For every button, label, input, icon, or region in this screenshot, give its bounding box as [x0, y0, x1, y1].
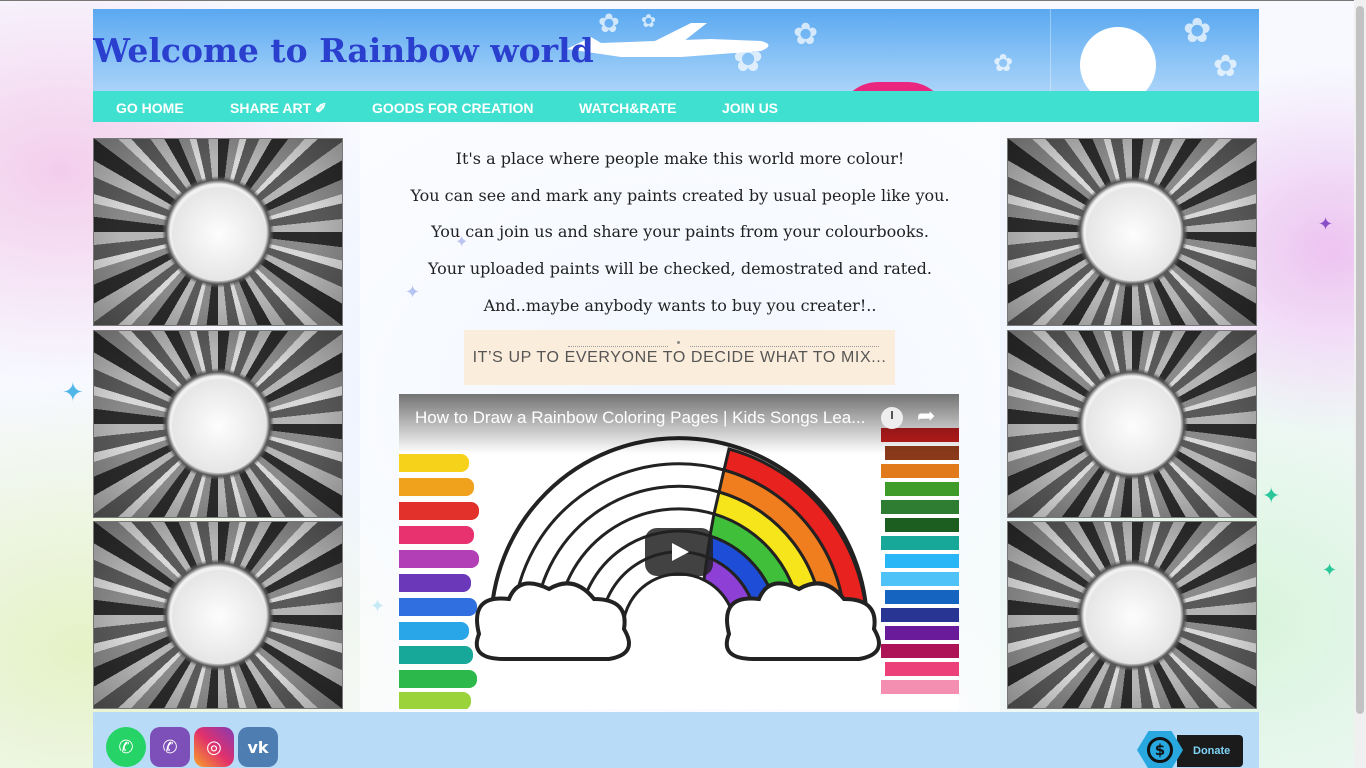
pencil-decoration: [881, 536, 959, 550]
window-top-border: [0, 0, 1366, 1]
page-scrollbar[interactable]: [1354, 0, 1366, 768]
pencil-decoration: [885, 662, 959, 676]
sparkle-decoration: ✦: [1322, 560, 1338, 581]
header-divider: [1050, 9, 1051, 91]
marker-decoration: [399, 526, 474, 544]
banner-dotted-line: [690, 346, 879, 347]
pencil-decoration: [881, 464, 959, 478]
flower-decoration: ✿: [1213, 49, 1239, 84]
nav-item-watch-rate[interactable]: WATCH&RATE: [579, 100, 676, 116]
airplane-icon: [567, 23, 769, 57]
main-nav: GO HOME SHARE ART ✐ GOODS FOR CREATION W…: [93, 91, 1259, 122]
play-icon[interactable]: [645, 528, 713, 576]
marker-decoration: [399, 454, 469, 472]
site-title: Welcome to Rainbow world: [93, 31, 594, 70]
banner-dot: [677, 341, 680, 344]
motto-banner: IT’S UP TO EVERYONE TO DECIDE WHAT TO MI…: [464, 330, 895, 385]
viber-icon[interactable]: ✆: [150, 727, 190, 767]
sparkle-decoration: ✦: [1318, 214, 1334, 235]
intro-paragraph: You can see and mark any paints created …: [410, 186, 950, 205]
pencil-image: [1007, 138, 1257, 326]
intro-paragraph: You can join us and share your paints fr…: [431, 222, 929, 241]
scrollbar-thumb[interactable]: [1356, 6, 1364, 714]
pencil-image: [93, 330, 343, 518]
pencil-decoration: [885, 518, 959, 532]
marker-decoration: [399, 574, 471, 592]
moon-decoration: [1080, 27, 1156, 91]
marker-decoration: [399, 622, 469, 640]
pencil-decoration: [885, 626, 959, 640]
video-title-link[interactable]: How to Draw a Rainbow Coloring Pages | K…: [415, 408, 865, 428]
sparkle-decoration: ✦: [62, 378, 84, 408]
flower-decoration: ✿: [793, 17, 819, 52]
sparkle-decoration: ✦: [1262, 484, 1281, 509]
pencil-decoration: [881, 644, 959, 658]
whatsapp-icon[interactable]: ✆: [106, 727, 146, 767]
donate-label: Donate: [1177, 735, 1243, 767]
marker-decoration: [399, 502, 479, 520]
instagram-icon[interactable]: ◎: [194, 727, 234, 767]
marker-decoration: [399, 670, 477, 688]
flower-decoration: ✿: [1183, 11, 1212, 51]
motto-text: IT’S UP TO EVERYONE TO DECIDE WHAT TO MI…: [472, 349, 887, 366]
share-icon[interactable]: ➦: [917, 404, 935, 429]
marker-decoration: [399, 598, 477, 616]
pencil-decoration: [885, 482, 959, 496]
pencil-image: [1007, 521, 1257, 709]
pencil-image: [93, 521, 343, 709]
video-player[interactable]: How to Draw a Rainbow Coloring Pages | K…: [399, 394, 959, 709]
marker-decoration: [399, 478, 474, 496]
pencil-decoration: [881, 680, 959, 694]
pencil-decoration: [885, 590, 959, 604]
pencil-decoration: [881, 500, 959, 514]
sunrise-decoration: [838, 82, 948, 91]
vk-icon[interactable]: vk: [238, 727, 278, 767]
nav-item-go-home[interactable]: GO HOME: [116, 100, 184, 116]
nav-item-share-art[interactable]: SHARE ART ✐: [230, 100, 327, 117]
intro-paragraph: Your uploaded paints will be checked, de…: [427, 259, 932, 278]
flower-decoration: ✿: [993, 49, 1014, 77]
intro-paragraph: It's a place where people make this worl…: [455, 149, 905, 168]
pencil-decoration: [881, 608, 959, 622]
nav-item-goods-for-creation[interactable]: GOODS FOR CREATION: [372, 100, 534, 116]
pencil-image: [1007, 330, 1257, 518]
nav-item-join-us[interactable]: JOIN US: [722, 100, 778, 116]
marker-decoration: [399, 692, 471, 709]
donate-button[interactable]: Donate $: [1137, 731, 1243, 768]
intro-paragraph: And..maybe anybody wants to buy you crea…: [483, 296, 877, 315]
dollar-coin: $: [1147, 737, 1173, 763]
pencil-decoration: [881, 572, 959, 586]
clock-icon[interactable]: [881, 407, 903, 429]
marker-decoration: [399, 550, 479, 568]
pencil-image: [93, 138, 343, 326]
banner-dotted-line: [568, 346, 668, 347]
site-header-banner: ✿ ✿ ✿ ✿ ✿ ✿ ✿ Welcome to Rainbow world: [93, 9, 1259, 91]
marker-decoration: [399, 646, 473, 664]
pencil-decoration: [885, 554, 959, 568]
